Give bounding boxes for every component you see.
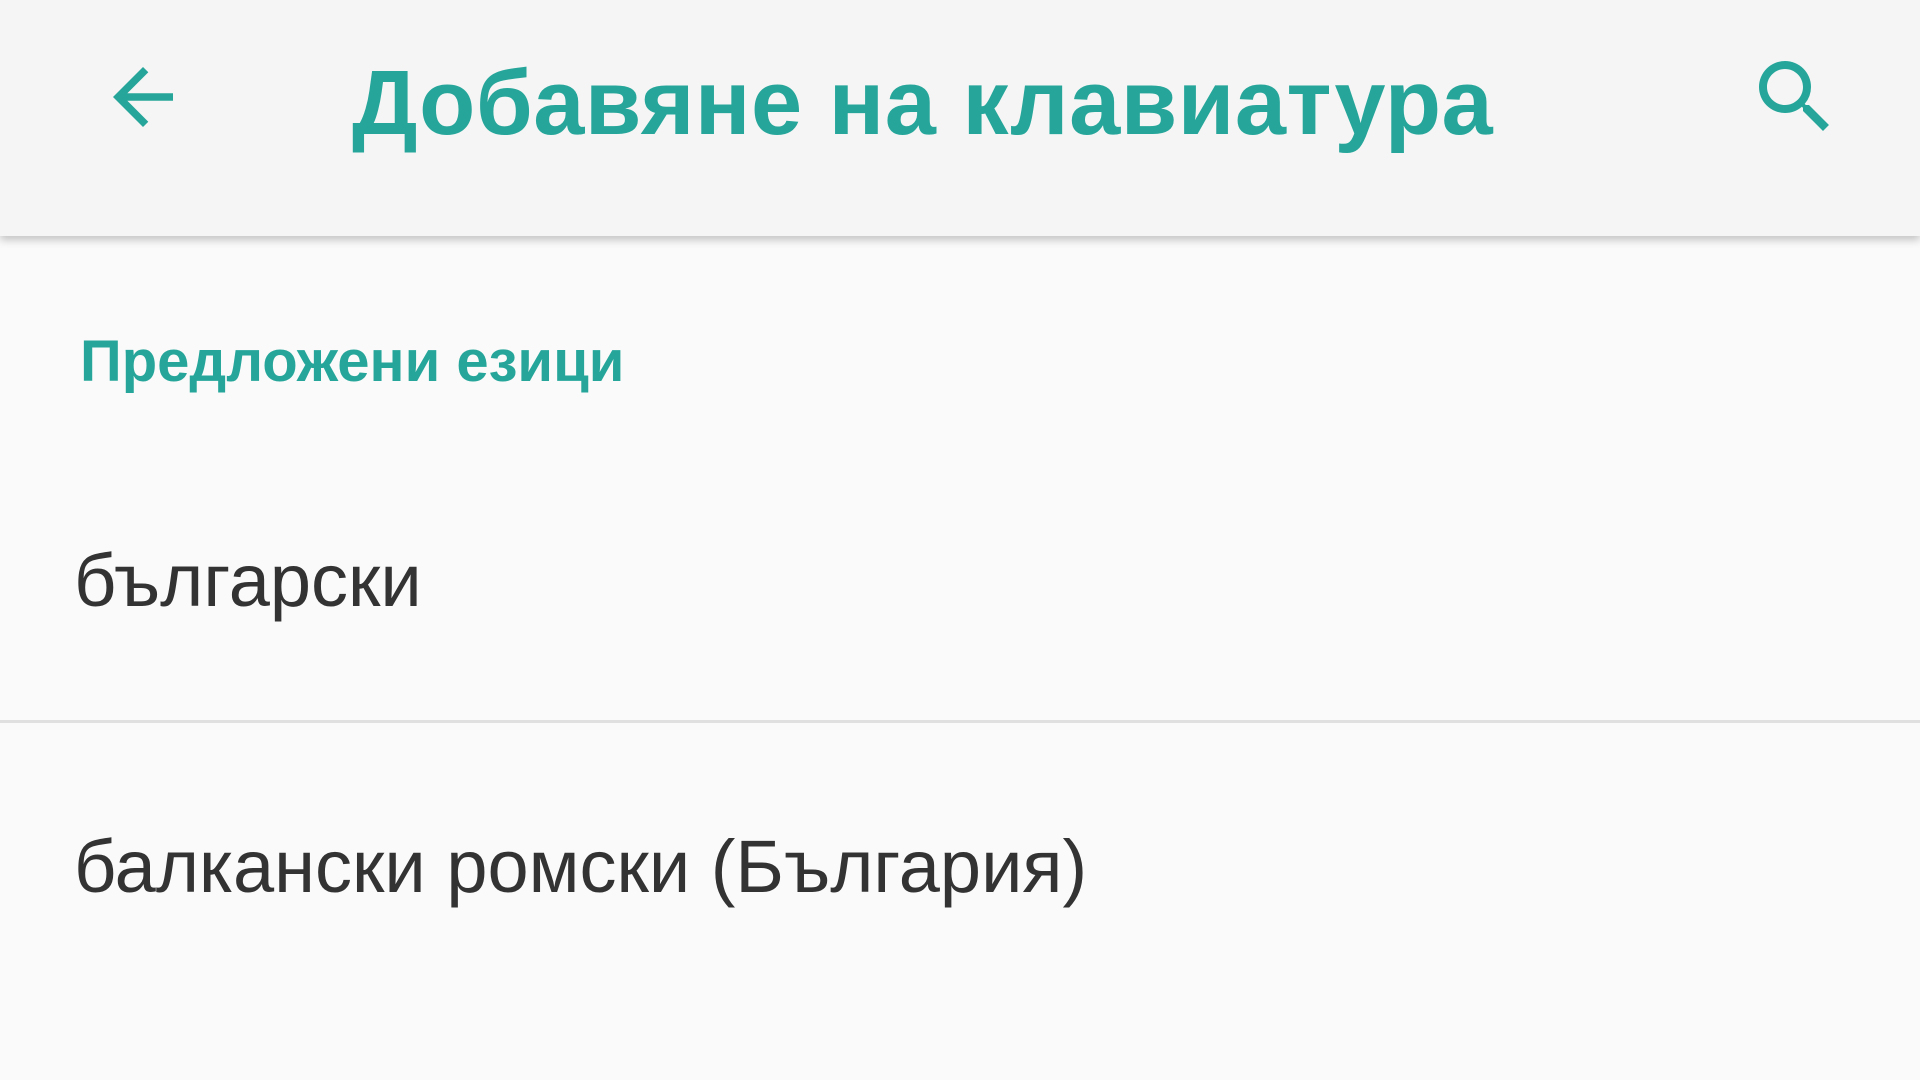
section-header-suggested-languages: Предложени езици xyxy=(80,329,625,394)
list-item-label: балкански ромски (България) xyxy=(74,825,1088,908)
back-button[interactable] xyxy=(88,42,198,152)
list-item-language-balkan-romani[interactable]: балкански ромски (България) xyxy=(0,726,1920,1046)
divider xyxy=(0,720,1920,723)
arrow-back-icon xyxy=(113,67,173,127)
list-item-label: български xyxy=(74,539,422,622)
search-button[interactable] xyxy=(1740,42,1850,152)
language-list: Предложени езици български балкански ром… xyxy=(0,236,1920,1080)
search-icon xyxy=(1759,61,1829,131)
app-bar: Добавяне на клавиатура xyxy=(0,0,1920,236)
page-title: Добавяне на клавиатура xyxy=(352,52,1494,154)
list-item-language-bulgarian[interactable]: български xyxy=(0,466,1920,716)
